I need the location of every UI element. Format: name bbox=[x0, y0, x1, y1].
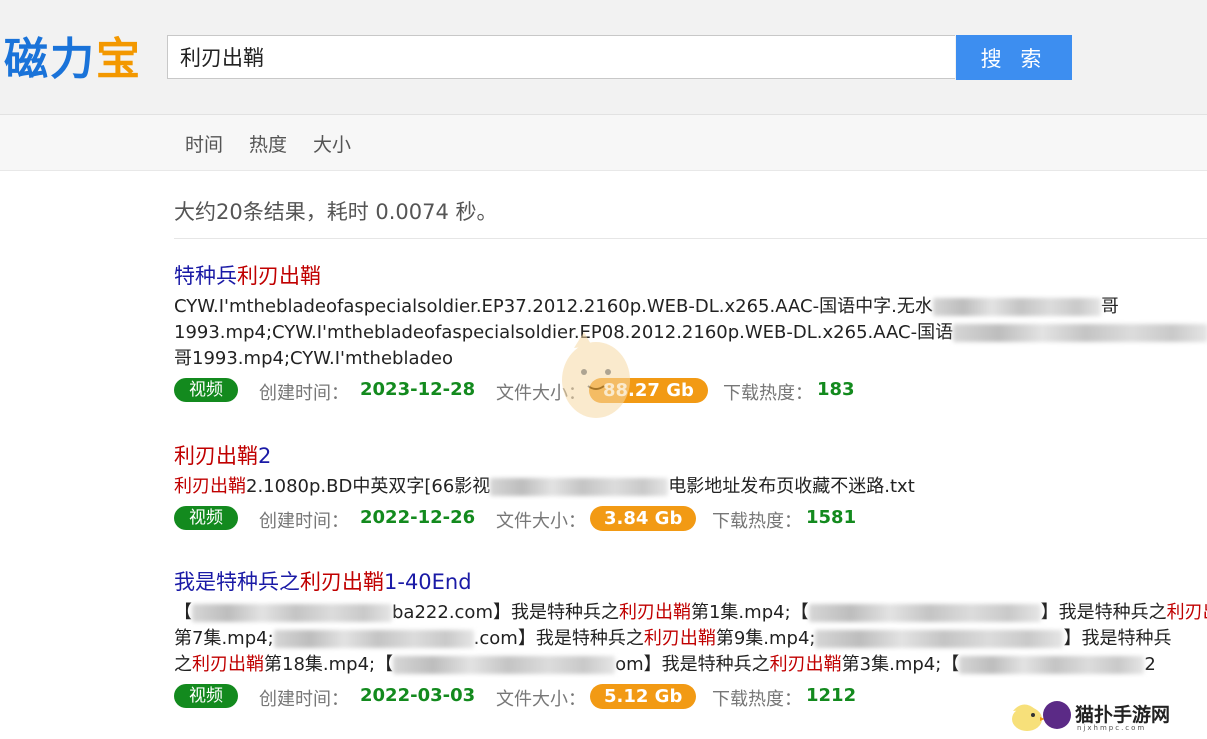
redacted-area bbox=[490, 478, 669, 496]
header: 磁力宝 搜 索 bbox=[0, 0, 1207, 115]
result-description: 【ba222.com】我是特种兵之利刃出鞘第1集.mp4;【】我是特种兵之利刃出… bbox=[174, 600, 1207, 678]
redacted-area bbox=[192, 604, 392, 622]
heat-label: 下载热度： bbox=[712, 689, 802, 710]
sort-by-heat[interactable]: 热度 bbox=[249, 130, 287, 157]
heat-value: 1212 bbox=[806, 685, 857, 706]
created-label: 创建时间： bbox=[259, 383, 349, 404]
logo-circle-icon bbox=[1043, 701, 1071, 729]
desc-text: 第18集.mp4;【 bbox=[264, 654, 394, 675]
desc-text: 哥 bbox=[1100, 296, 1119, 317]
created-date: 2023-12-28 bbox=[360, 379, 476, 400]
desc-highlight: 利刃出鞘 bbox=[192, 654, 264, 675]
desc-text: 之 bbox=[174, 654, 192, 675]
logo-char-3: 宝 bbox=[96, 34, 142, 85]
desc-line: CYW.I'mthebladeofaspecialsoldier.EP37.20… bbox=[174, 294, 1207, 320]
created-label: 创建时间： bbox=[259, 511, 349, 532]
title-highlight: 利刃出鞘 bbox=[174, 444, 258, 468]
site-logo[interactable]: 磁力宝 bbox=[4, 34, 142, 86]
result-item: 我是特种兵之利刃出鞘1-40End 【ba222.com】我是特种兵之利刃出鞘第… bbox=[174, 568, 1207, 712]
heat-value: 1581 bbox=[806, 507, 857, 528]
result-title-link[interactable]: 我是特种兵之利刃出鞘1-40End bbox=[174, 568, 1207, 596]
watermark-url: njxhmpc.com bbox=[1077, 724, 1147, 732]
redacted-area bbox=[393, 656, 616, 674]
bird-icon bbox=[1012, 704, 1045, 731]
redacted-area bbox=[808, 604, 1041, 622]
result-description: CYW.I'mthebladeofaspecialsoldier.EP37.20… bbox=[174, 294, 1207, 372]
title-text: 我是特种兵之 bbox=[174, 570, 300, 594]
sort-by-size[interactable]: 大小 bbox=[313, 130, 351, 157]
search-input[interactable] bbox=[178, 36, 942, 78]
mascot-icon bbox=[562, 332, 630, 418]
result-meta: 视频 创建时间： 2023-12-28 文件大小： 88.27 Gb 下载热度：… bbox=[174, 376, 1207, 406]
result-summary: 大约20条结果，耗时 0.0074 秒。 bbox=[174, 200, 498, 224]
desc-text: 】我是特种兵之 bbox=[1040, 602, 1167, 623]
size-label: 文件大小： bbox=[496, 511, 586, 532]
desc-highlight: 利刃出鞘 bbox=[618, 602, 691, 623]
watermark: 猫扑手游网 njxhmpc.com bbox=[1005, 695, 1201, 735]
desc-text: 2 bbox=[1144, 654, 1156, 675]
redacted-area bbox=[932, 298, 1101, 316]
sort-bar: 时间 热度 大小 bbox=[0, 115, 1207, 171]
desc-text: 第1集.mp4;【 bbox=[690, 602, 809, 623]
title-text: 1-40End bbox=[384, 570, 472, 594]
created-date: 2022-12-26 bbox=[360, 507, 476, 528]
result-title-link[interactable]: 特种兵利刃出鞘 bbox=[174, 262, 1207, 290]
heat-value: 183 bbox=[817, 379, 855, 400]
redacted-area bbox=[815, 630, 1064, 648]
desc-highlight: 利刃出鞘 bbox=[643, 628, 716, 649]
title-text: 特种兵 bbox=[174, 264, 237, 288]
desc-highlight: 利刃出鞘 bbox=[174, 476, 246, 497]
size-label: 文件大小： bbox=[496, 689, 586, 710]
desc-text: om】我是特种兵之 bbox=[615, 654, 770, 675]
redacted-area bbox=[273, 630, 474, 648]
title-highlight: 利刃出鞘 bbox=[300, 570, 384, 594]
search-box bbox=[167, 35, 955, 79]
created-date: 2022-03-03 bbox=[360, 685, 476, 706]
result-item: 特种兵利刃出鞘 CYW.I'mthebladeofaspecialsoldier… bbox=[174, 262, 1207, 406]
desc-text: CYW.I'mthebladeofaspecialsoldier.EP37.20… bbox=[174, 296, 933, 317]
desc-text: 【 bbox=[174, 602, 192, 623]
desc-line: 【ba222.com】我是特种兵之利刃出鞘第1集.mp4;【】我是特种兵之利刃出… bbox=[174, 600, 1207, 626]
title-text: 2 bbox=[258, 444, 272, 468]
redacted-area bbox=[953, 324, 1207, 342]
heat-label: 下载热度： bbox=[712, 511, 802, 532]
desc-text: 】我是特种兵 bbox=[1063, 628, 1172, 649]
result-description: 利刃出鞘2.1080p.BD中英双字[66影视 电影地址发布页收藏不迷路.txt bbox=[174, 474, 1207, 500]
desc-highlight: 利刃出鞘 bbox=[1166, 602, 1207, 623]
desc-text: 第7集.mp4; bbox=[174, 628, 274, 649]
desc-line: 之利刃出鞘第18集.mp4;【 om】我是特种兵之利刃出鞘第3集.mp4;【 2 bbox=[174, 652, 1207, 678]
type-badge: 视频 bbox=[174, 378, 238, 402]
type-badge: 视频 bbox=[174, 506, 238, 530]
desc-highlight: 利刃出鞘 bbox=[769, 654, 842, 675]
desc-line: 第7集.mp4; .com】我是特种兵之利刃出鞘第9集.mp4; 】我是特种兵 bbox=[174, 626, 1207, 652]
created-label: 创建时间： bbox=[259, 689, 349, 710]
watermark-text: 猫扑手游网 bbox=[1075, 704, 1171, 726]
divider bbox=[174, 238, 1207, 239]
desc-text: ba222.com】我是特种兵之 bbox=[392, 602, 619, 623]
desc-text: .com】我是特种兵之 bbox=[473, 628, 644, 649]
logo-char-2: 力 bbox=[50, 34, 96, 85]
desc-text: 2.1080p.BD中英双字[66影视 bbox=[246, 476, 491, 497]
redacted-area bbox=[959, 656, 1145, 674]
result-item: 利刃出鞘2 利刃出鞘2.1080p.BD中英双字[66影视 电影地址发布页收藏不迷… bbox=[174, 442, 1207, 534]
result-meta: 视频 创建时间： 2022-12-26 文件大小： 3.84 Gb 下载热度： … bbox=[174, 504, 1207, 534]
desc-text: 第3集.mp4;【 bbox=[841, 654, 960, 675]
desc-line: 哥1993.mp4;CYW.I'mthebladeo bbox=[174, 348, 454, 369]
desc-text: 第9集.mp4; bbox=[715, 628, 816, 649]
desc-text: 电影地址发布页收藏不迷路.txt bbox=[668, 476, 915, 497]
sort-by-time[interactable]: 时间 bbox=[185, 130, 223, 157]
type-badge: 视频 bbox=[174, 684, 238, 708]
desc-line: 1993.mp4;CYW.I'mthebladeofaspecialsoldie… bbox=[174, 320, 1207, 346]
result-title-link[interactable]: 利刃出鞘2 bbox=[174, 442, 1207, 470]
logo-char-1: 磁 bbox=[4, 34, 50, 85]
search-button[interactable]: 搜 索 bbox=[956, 35, 1072, 80]
heat-label: 下载热度： bbox=[723, 383, 813, 404]
size-badge: 5.12 Gb bbox=[590, 684, 697, 709]
size-badge: 3.84 Gb bbox=[590, 506, 697, 531]
title-highlight: 利刃出鞘 bbox=[237, 264, 321, 288]
